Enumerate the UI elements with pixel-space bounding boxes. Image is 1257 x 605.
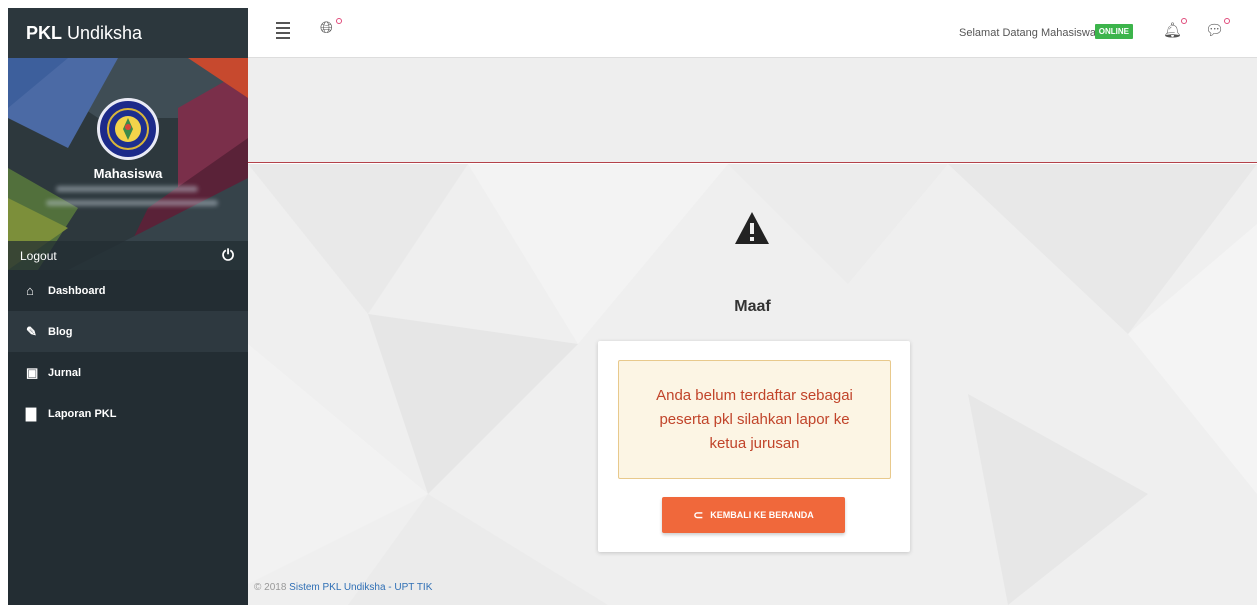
sidebar-item-jurnal[interactable]: ▣ Jurnal <box>8 352 248 393</box>
sidebar: PKL Undiksha Mahasiswa Logout ⏻ ⌂ Dashbo… <box>8 8 248 605</box>
warning-alert: Anda belum terdaftar sebagai peserta pkl… <box>618 360 891 479</box>
home-icon: ⌂ <box>26 283 34 298</box>
bell-icon[interactable]: 🔔︎ <box>1163 21 1182 39</box>
profile-name: Mahasiswa <box>93 166 163 181</box>
footer: © 2018 Sistem PKL Undiksha - UPT TIK <box>254 582 432 593</box>
logout-label[interactable]: Logout <box>20 249 57 263</box>
power-icon[interactable]: ⏻ <box>222 247 234 264</box>
profile-blurred-line <box>46 200 218 206</box>
save-icon: ▣ <box>26 364 39 380</box>
brand-bold: PKL <box>26 22 62 43</box>
back-button-label: KEMBALI KE BERANDA <box>710 510 814 520</box>
profile-blurred-line <box>56 186 198 192</box>
globe-icon[interactable]: 🌐︎ <box>320 20 333 38</box>
sidebar-item-dashboard[interactable]: ⌂ Dashboard <box>8 270 248 311</box>
logout-bar[interactable]: Logout ⏻ <box>8 241 248 270</box>
book-icon: ▇ <box>26 405 36 421</box>
sidebar-item-blog[interactable]: ✎ Blog <box>8 311 248 352</box>
notification-dot <box>1181 18 1187 24</box>
message-card: Anda belum terdaftar sebagai peserta pkl… <box>598 341 910 552</box>
sidebar-item-label: Blog <box>48 325 73 338</box>
alert-line: ketua jurusan <box>709 434 800 452</box>
chevron-left-circle-icon: ⊂ <box>693 508 704 522</box>
pencil-icon: ✎ <box>26 323 37 339</box>
hamburger-icon[interactable] <box>276 22 290 42</box>
profile-panel: Mahasiswa Logout ⏻ <box>8 58 248 270</box>
sidebar-item-label: Dashboard <box>48 284 106 297</box>
sidebar-item-label: Laporan PKL <box>48 407 117 420</box>
alert-line: Anda belum terdaftar sebagai <box>656 386 853 404</box>
university-logo <box>97 98 159 160</box>
notification-dot <box>1224 18 1230 24</box>
topbar: 🌐︎ Selamat Datang Mahasiswa ONLINE 🔔︎ 💬︎ <box>248 8 1257 58</box>
chat-icon[interactable]: 💬︎ <box>1205 21 1224 39</box>
warning-icon <box>735 212 769 244</box>
notification-dot <box>336 18 342 24</box>
status-badge: ONLINE <box>1094 24 1133 39</box>
sidebar-item-label: Jurnal <box>48 366 82 379</box>
content-header <box>248 58 1257 163</box>
footer-copyright: © 2018 <box>254 582 290 593</box>
profile-background <box>8 58 248 270</box>
alert-line: peserta pkl silahkan lapor ke <box>659 410 850 428</box>
sidebar-item-laporan-pkl[interactable]: ▇ Laporan PKL <box>8 393 248 434</box>
footer-link[interactable]: Sistem PKL Undiksha - UPT TIK <box>289 582 432 593</box>
brand-logo[interactable]: PKL Undiksha <box>8 8 248 58</box>
sidebar-menu: ⌂ Dashboard ✎ Blog ▣ Jurnal ▇ Laporan PK… <box>8 270 248 434</box>
brand-light: Undiksha <box>67 22 143 43</box>
main-content: Maaf Anda belum terdaftar sebagai pesert… <box>248 164 1257 605</box>
back-to-home-button[interactable]: ⊂ KEMBALI KE BERANDA <box>662 497 845 533</box>
page-title: Maaf <box>734 298 771 315</box>
welcome-text: Selamat Datang Mahasiswa <box>959 27 1096 39</box>
